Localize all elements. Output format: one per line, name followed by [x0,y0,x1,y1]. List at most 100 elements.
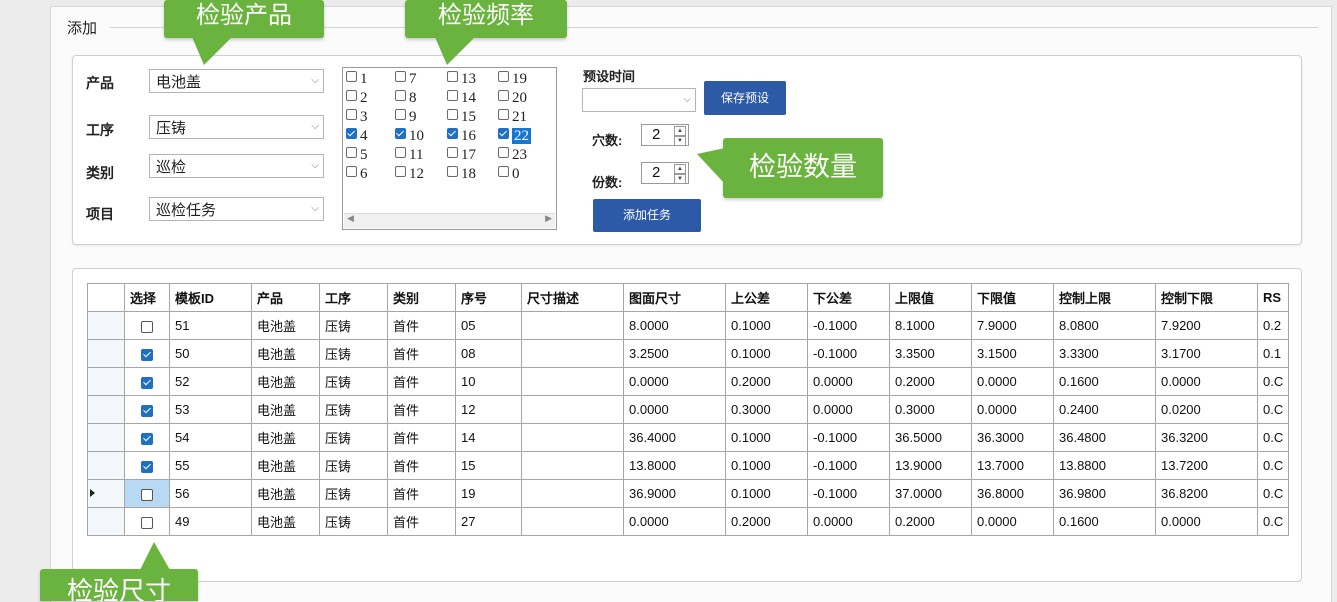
stepper-down-icon[interactable]: ▼ [674,136,686,146]
table-cell[interactable]: 首件 [387,423,456,452]
checkbox-checked-icon[interactable] [346,128,357,139]
row-header[interactable] [87,423,125,452]
table-cell[interactable]: 首件 [387,451,456,480]
frequency-option[interactable]: 20 [498,89,527,107]
table-cell[interactable]: 首件 [387,395,456,424]
checkbox-checked-icon[interactable] [447,128,458,139]
process-combo[interactable]: 压铸 ⌵ [149,115,324,139]
table-cell[interactable]: 压铸 [319,479,388,508]
column-header[interactable]: 尺寸描述 [521,283,624,312]
checkbox-icon[interactable] [141,488,153,501]
table-cell[interactable] [521,311,624,340]
checkbox-icon[interactable] [395,90,406,101]
horizontal-scrollbar[interactable]: ◀ ▶ [344,213,555,228]
table-cell[interactable]: 0.0200 [1155,395,1258,424]
table-cell[interactable]: 36.3200 [1155,423,1258,452]
table-cell[interactable]: 0.0000 [807,395,890,424]
table-cell[interactable]: 0.2000 [725,507,808,536]
table-cell[interactable]: 36.4800 [1053,423,1156,452]
table-cell[interactable]: 0.C [1256,507,1290,536]
row-header[interactable] [87,311,125,340]
table-row[interactable]: 53 电池盖 压铸 首件 12 0.0000 0.3000 0.0000 0.3000 0.000… [87,395,1290,424]
product-combo[interactable]: 电池盖 ⌵ [149,69,324,93]
scroll-right-icon[interactable]: ▶ [545,214,552,224]
checkbox-checked-icon[interactable] [141,432,153,445]
column-header[interactable]: 下限值 [971,283,1054,312]
frequency-option[interactable]: 15 [447,108,476,126]
row-header[interactable] [87,507,125,536]
table-cell[interactable]: 55 [169,451,252,480]
checkbox-checked-icon[interactable] [395,128,406,139]
table-cell[interactable]: 8.1000 [889,311,972,340]
frequency-option[interactable]: 4 [346,127,368,145]
frequency-option[interactable]: 17 [447,146,476,164]
table-cell[interactable]: -0.1000 [807,423,890,452]
checkbox-icon[interactable] [346,71,357,82]
frequency-option[interactable]: 3 [346,108,368,126]
table-cell[interactable]: 压铸 [319,423,388,452]
table-row[interactable]: 51 电池盖 压铸 首件 05 8.0000 0.1000 -0.1000 8.1000 7.90… [87,311,1290,340]
table-cell[interactable]: 首件 [387,339,456,368]
table-cell[interactable]: -0.1000 [807,451,890,480]
table-cell[interactable]: 51 [169,311,252,340]
select-cell[interactable] [124,395,170,424]
checkbox-icon[interactable] [498,147,509,158]
frequency-option[interactable]: 13 [447,70,476,88]
table-cell[interactable]: 0.1 [1256,339,1290,368]
table-cell[interactable]: 3.1700 [1155,339,1258,368]
row-header[interactable] [87,451,125,480]
table-cell[interactable]: 首件 [387,311,456,340]
select-cell[interactable] [124,423,170,452]
table-cell[interactable]: 0.C [1256,423,1290,452]
select-cell[interactable] [124,507,170,536]
table-row[interactable]: 54 电池盖 压铸 首件 14 36.4000 0.1000 -0.1000 36.5000 36… [87,423,1290,452]
table-cell[interactable]: 0.3000 [889,395,972,424]
table-cell[interactable]: 压铸 [319,395,388,424]
column-header[interactable]: RS [1256,283,1290,312]
table-cell[interactable]: 50 [169,339,252,368]
frequency-option[interactable]: 10 [395,127,424,145]
table-cell[interactable]: 53 [169,395,252,424]
table-cell[interactable]: 首件 [387,367,456,396]
table-cell[interactable] [521,395,624,424]
table-cell[interactable]: 0.2000 [725,367,808,396]
table-cell[interactable]: 电池盖 [251,395,320,424]
table-cell[interactable]: 0.C [1256,451,1290,480]
table-cell[interactable]: 0.0000 [623,507,726,536]
table-cell[interactable]: 36.4000 [623,423,726,452]
table-cell[interactable]: 0.2000 [889,507,972,536]
table-cell[interactable] [521,339,624,368]
frequency-option[interactable]: 6 [346,165,368,183]
table-cell[interactable]: 37.0000 [889,479,972,508]
column-header[interactable]: 上限值 [889,283,972,312]
table-cell[interactable]: 13.7200 [1155,451,1258,480]
table-cell[interactable]: 36.9000 [623,479,726,508]
table-cell[interactable]: 0.0000 [1155,367,1258,396]
table-cell[interactable]: 压铸 [319,367,388,396]
table-cell[interactable]: 3.3300 [1053,339,1156,368]
table-cell[interactable]: 8.0000 [623,311,726,340]
table-cell[interactable] [521,479,624,508]
checkbox-icon[interactable] [141,516,153,529]
table-cell[interactable]: 0.0000 [971,507,1054,536]
table-cell[interactable]: 0.0000 [623,367,726,396]
scroll-left-icon[interactable]: ◀ [347,214,354,224]
column-header[interactable]: 选择 [124,283,170,312]
column-header[interactable]: 类别 [387,283,456,312]
table-cell[interactable] [521,423,624,452]
copies-stepper[interactable]: 2 ▲ ▼ [641,162,689,184]
row-header[interactable] [87,395,125,424]
stepper-down-icon[interactable]: ▼ [674,174,686,184]
holes-stepper[interactable]: 2 ▲ ▼ [641,124,689,146]
table-cell[interactable]: 12 [455,395,522,424]
frequency-option[interactable]: 23 [498,146,527,164]
column-header[interactable]: 工序 [319,283,388,312]
table-cell[interactable]: 8.0800 [1053,311,1156,340]
table-cell[interactable]: 0.0000 [1155,507,1258,536]
frequency-option[interactable]: 21 [498,108,527,126]
table-cell[interactable]: 0.1000 [725,423,808,452]
table-cell[interactable]: 13.8800 [1053,451,1156,480]
table-cell[interactable]: 压铸 [319,451,388,480]
frequency-option[interactable]: 16 [447,127,476,145]
stepper-up-icon[interactable]: ▲ [674,126,686,136]
